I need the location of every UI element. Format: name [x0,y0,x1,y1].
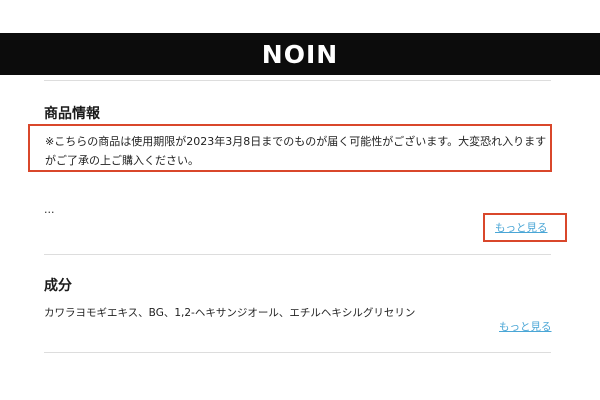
expiry-notice: ※こちらの商品は使用期限が2023年3月8日までのものが届く可能性がございます。… [28,124,552,172]
ingredients-text: カワラヨモギエキス、BG、1,2-ヘキサンジオール、エチルヘキシルグリセリン [44,307,416,319]
ingredients-more-link[interactable]: もっと見る [499,319,552,334]
site-header: NOIN [0,33,600,75]
ingredients-heading: 成分 [44,278,72,294]
brand-logo[interactable]: NOIN [262,40,338,69]
divider-top [44,80,551,81]
divider-middle [44,254,551,255]
product-info-heading: 商品情報 [44,106,100,122]
product-info-more-link[interactable]: もっと見る [495,220,548,235]
expiry-notice-text: ※こちらの商品は使用期限が2023年3月8日までのものが届く可能性がございます。… [45,135,547,167]
divider-bottom [44,352,551,353]
product-info-ellipsis: … [44,204,55,216]
product-detail-page: NOIN 商品情報 ※こちらの商品は使用期限が2023年3月8日までのものが届く… [0,0,600,400]
